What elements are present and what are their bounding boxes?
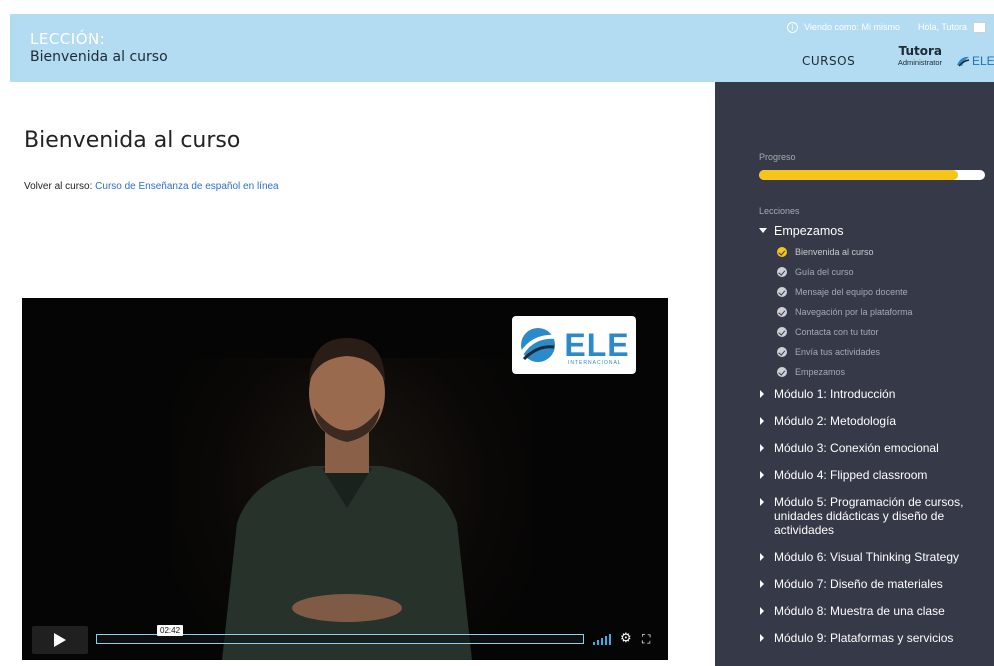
lesson-header: LECCIÓN: Bienvenida al curso i Viendo co…: [10, 14, 994, 82]
module-item[interactable]: Módulo 2: Metodología: [759, 414, 991, 428]
nav-courses-link[interactable]: CURSOS: [802, 54, 855, 68]
module-label: Módulo 8: Muestra de una clase: [774, 604, 945, 618]
time-tooltip: 02:42: [157, 625, 184, 636]
module-item[interactable]: Módulo 1: Introducción: [759, 387, 991, 401]
lesson-item[interactable]: Navegación por la plataforma: [777, 302, 987, 322]
lesson-item[interactable]: Contacta con tu tutor: [777, 322, 987, 342]
play-button[interactable]: [32, 626, 88, 654]
ele-swirl-icon: [520, 328, 557, 362]
back-to-course: Volver al curso: Curso de Enseñanza de e…: [24, 181, 279, 192]
video-logo-subtext: INTERNACIONAL: [568, 360, 622, 366]
course-sidebar: Progreso Lecciones Empezamos Bienvenida …: [715, 82, 994, 666]
header-lesson-title: Bienvenida al curso: [30, 49, 168, 65]
module-item[interactable]: Módulo 9: Plataformas y servicios: [759, 631, 991, 645]
brand-swirl-icon: [957, 56, 970, 67]
user-avatar-icon[interactable]: [973, 21, 986, 33]
lesson-kicker: LECCIÓN:: [30, 30, 106, 48]
caret-right-icon: [760, 634, 764, 642]
caret-right-icon: [760, 471, 764, 479]
view-as-link[interactable]: Viendo como: Mi mismo: [804, 22, 900, 32]
module-item[interactable]: Módulo 3: Conexión emocional: [759, 441, 991, 455]
lesson-label: Empezamos: [795, 367, 846, 377]
check-circle-icon: [777, 287, 787, 297]
check-circle-icon: [777, 327, 787, 337]
lesson-label: Contacta con tu tutor: [795, 327, 879, 337]
greeting-link[interactable]: Hola, Tutora: [918, 22, 967, 32]
module-label: Módulo 7: Diseño de materiales: [774, 577, 943, 591]
lesson-label: Envía tus actividades: [795, 347, 881, 357]
lessons-label: Lecciones: [759, 206, 800, 216]
module-label: Módulo 6: Visual Thinking Strategy: [774, 550, 959, 564]
fullscreen-icon[interactable]: ⛶: [642, 632, 650, 646]
check-circle-icon: [777, 247, 787, 257]
module-label: Módulo 3: Conexión emocional: [774, 441, 939, 455]
progress-label: Progreso: [759, 152, 796, 162]
lesson-item[interactable]: Guía del curso: [777, 262, 987, 282]
lesson-item[interactable]: Empezamos: [777, 362, 987, 382]
seek-bar[interactable]: 02:42: [96, 625, 584, 644]
module-label: Módulo 4: Flipped classroom: [774, 468, 928, 482]
page-title: Bienvenida al curso: [24, 128, 241, 153]
module-item[interactable]: Módulo 7: Diseño de materiales: [759, 577, 991, 591]
brand-logo[interactable]: ELE: [956, 54, 994, 68]
module-item[interactable]: Módulo 5: Programación de cursos, unidad…: [759, 495, 991, 537]
module-label: Módulo 1: Introducción: [774, 387, 896, 401]
volume-icon[interactable]: [592, 633, 614, 645]
lesson-list: Bienvenida al curso Guía del curso Mensaje…: [777, 242, 987, 382]
video-player[interactable]: ELE INTERNACIONAL 02:42 ⚙ ⛶: [22, 298, 668, 660]
info-icon[interactable]: i: [787, 21, 799, 33]
caret-right-icon: [760, 553, 764, 561]
check-circle-icon: [777, 367, 787, 377]
check-circle-icon: [777, 347, 787, 357]
lesson-item[interactable]: Envía tus actividades: [777, 342, 987, 362]
caret-right-icon: [760, 390, 764, 398]
caret-right-icon: [760, 417, 764, 425]
module-label: Módulo 2: Metodología: [774, 414, 897, 428]
module-label: Módulo 5: Programación de cursos, unidad…: [774, 495, 964, 537]
progress-fill: [759, 170, 958, 180]
module-item[interactable]: Módulo 6: Visual Thinking Strategy: [759, 550, 991, 564]
brand-text: ELE: [972, 54, 994, 68]
video-brand-logo: ELE INTERNACIONAL: [512, 316, 636, 374]
course-link[interactable]: Curso de Enseñanza de español en línea: [95, 181, 278, 192]
back-prefix: Volver al curso:: [24, 181, 93, 192]
lesson-label: Mensaje del equipo docente: [795, 287, 908, 297]
lesson-label: Bienvenida al curso: [795, 247, 874, 257]
video-controls: 02:42 ⚙ ⛶: [22, 620, 668, 660]
settings-gear-icon[interactable]: ⚙: [620, 631, 632, 645]
check-circle-icon: [777, 307, 787, 317]
user-menu[interactable]: Tutora Administrator: [880, 44, 942, 67]
progress-bar: [759, 170, 985, 180]
module-item[interactable]: Módulo 8: Muestra de una clase: [759, 604, 991, 618]
lesson-item[interactable]: Mensaje del equipo docente: [777, 282, 987, 302]
caret-right-icon: [760, 607, 764, 615]
caret-right-icon: [760, 444, 764, 452]
presenter-image: [222, 338, 472, 660]
lesson-label: Navegación por la plataforma: [795, 307, 913, 317]
section-title: Empezamos: [774, 224, 844, 238]
play-icon: [54, 633, 66, 647]
top-user-bar: i Viendo como: Mi mismo Hola, Tutora: [787, 18, 986, 36]
check-circle-icon: [777, 267, 787, 277]
user-role: Administrator: [897, 58, 942, 67]
module-list: Módulo 1: Introducción Módulo 2: Metodolo…: [759, 387, 991, 658]
caret-down-icon: [759, 228, 767, 233]
lesson-item[interactable]: Bienvenida al curso: [777, 242, 987, 262]
section-empezamos[interactable]: Empezamos: [759, 224, 843, 238]
module-label: Módulo 9: Plataformas y servicios: [774, 631, 954, 645]
user-name: Tutora: [898, 44, 942, 58]
module-item[interactable]: Módulo 4: Flipped classroom: [759, 468, 991, 482]
caret-right-icon: [760, 498, 764, 506]
lesson-label: Guía del curso: [795, 267, 854, 277]
video-logo-text: ELE: [564, 327, 630, 363]
caret-right-icon: [760, 580, 764, 588]
